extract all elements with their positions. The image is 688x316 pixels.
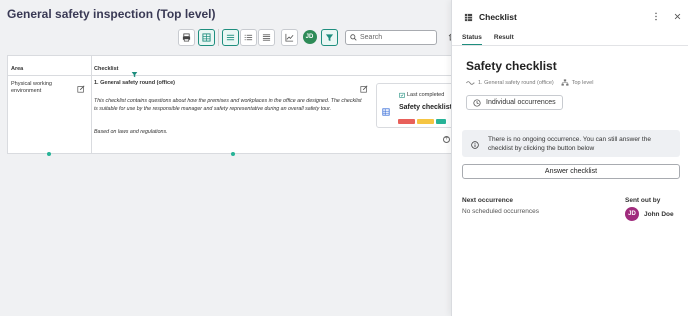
sent-out-by-label: Sent out by: [625, 197, 661, 204]
edit-checklist-button[interactable]: [360, 80, 368, 98]
header-divider: [8, 75, 456, 76]
detail-list-icon: [244, 34, 253, 40]
sender: JD John Doe: [625, 207, 674, 221]
status-bar-yellow: [417, 119, 434, 124]
filter-button[interactable]: [321, 28, 338, 46]
add-button[interactable]: +: [443, 136, 450, 143]
row-handle[interactable]: [47, 152, 51, 156]
checklist-title[interactable]: 1. General safety round (office): [94, 80, 175, 86]
header-checklist: Checklist: [94, 66, 119, 72]
sender-avatar: JD: [625, 207, 639, 221]
panel-header: Checklist: [464, 12, 517, 22]
individual-occurrences-label: Individual occurrences: [486, 99, 556, 106]
page-title: General safety inspection (Top level): [7, 7, 216, 21]
edit-icon: [360, 85, 368, 93]
individual-occurrences-button[interactable]: Individual occurrences: [466, 95, 563, 110]
hierarchy-icon: [561, 79, 569, 86]
detail-list-button[interactable]: [240, 28, 257, 46]
next-occurrence-value: No scheduled occurrences: [462, 208, 539, 215]
table-view-button[interactable]: [198, 28, 215, 46]
user-avatar: JD: [302, 30, 317, 44]
panel-header-title: Checklist: [479, 12, 517, 22]
checklist-panel: Checklist Status Result Safety checklist…: [451, 0, 688, 316]
filter-icon: [325, 33, 334, 41]
view-mode-group: [218, 28, 278, 46]
chart-view-button[interactable]: [281, 28, 298, 46]
row-handle[interactable]: [231, 152, 235, 156]
compact-list-button[interactable]: [258, 28, 275, 46]
table-icon: [202, 32, 211, 42]
checklist-icon: [464, 13, 473, 21]
status-bar-green: [436, 119, 446, 124]
area-cell: Physical working environment: [11, 81, 52, 95]
search-placeholder: Search: [360, 33, 383, 41]
clock-icon: [473, 98, 481, 107]
toolbar: JD Search: [178, 28, 458, 46]
tab-status[interactable]: Status: [462, 34, 482, 45]
printer-icon: [182, 32, 191, 41]
header-area: Area: [11, 66, 24, 72]
next-occurrence-label: Next occurrence: [462, 197, 513, 204]
last-completed-label: Last completed: [407, 92, 445, 98]
calendar-check-icon: [399, 92, 405, 98]
checklist-basis: Based on laws and regulations.: [94, 129, 168, 135]
info-text: There is no ongoing occurrence. You can …: [488, 136, 651, 153]
last-completed: Last completed: [399, 92, 444, 98]
breadcrumb-checklist[interactable]: 1. General safety round (office): [478, 80, 554, 86]
more-vertical-icon: [655, 12, 657, 21]
breadcrumb: 1. General safety round (office) Top lev…: [466, 79, 593, 86]
page: General safety inspection (Top level) JD: [0, 0, 688, 316]
chart-icon: [285, 33, 294, 42]
status-bars: [398, 119, 446, 124]
close-button[interactable]: [674, 12, 681, 22]
tab-result[interactable]: Result: [494, 34, 514, 45]
breadcrumb-level[interactable]: Top level: [572, 80, 594, 86]
column-divider: [91, 56, 92, 153]
edit-area-button[interactable]: [77, 80, 85, 98]
search-icon: [350, 33, 357, 41]
list-icon: [226, 34, 235, 40]
close-icon: [674, 13, 681, 20]
filter-icon: [131, 72, 138, 78]
info-banner: There is no ongoing occurrence. You can …: [462, 130, 680, 157]
answer-checklist-button[interactable]: Answer checklist: [462, 164, 680, 179]
panel-tabs: Status Result: [462, 34, 514, 45]
card-title: Safety checklist: [399, 104, 452, 111]
wave-icon: [466, 80, 475, 85]
sender-name: John Doe: [644, 210, 674, 218]
info-icon: [471, 136, 479, 154]
user-filter-button[interactable]: JD: [301, 29, 318, 46]
checklist-description: This checklist contains questions about …: [94, 98, 362, 112]
search-input[interactable]: Search: [345, 29, 437, 45]
checklist-card[interactable]: Last completed Safety checklist: [376, 83, 456, 128]
compact-list-icon: [262, 33, 271, 41]
edit-icon: [77, 85, 85, 93]
list-view-button[interactable]: [222, 28, 239, 46]
status-bar-red: [398, 119, 415, 124]
checklist-grid-icon: [382, 103, 390, 121]
print-button[interactable]: [178, 28, 195, 46]
panel-title: Safety checklist: [466, 59, 557, 73]
more-menu-button[interactable]: [654, 12, 658, 23]
tab-divider: [452, 45, 688, 46]
